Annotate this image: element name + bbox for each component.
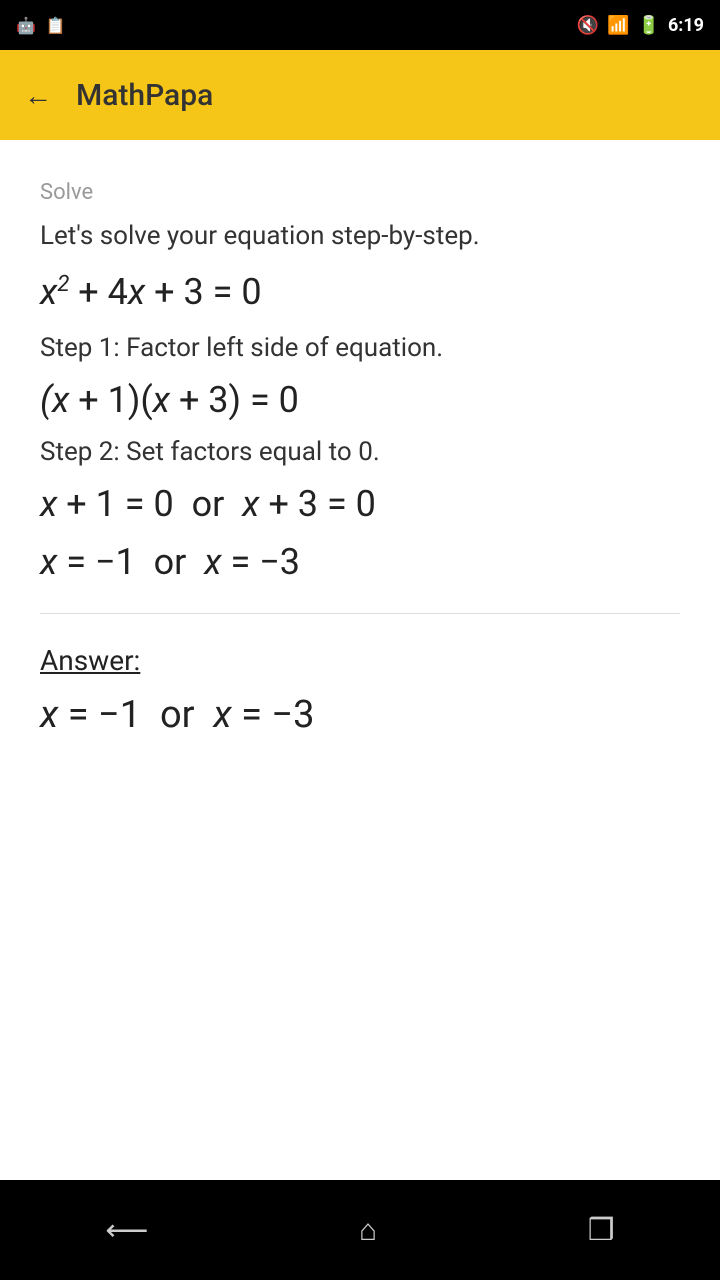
factors-line: x + 1 = 0 or x + 3 = 0 bbox=[40, 483, 680, 525]
divider bbox=[40, 613, 680, 614]
status-bar: 🤖 📋 🔇 📶 🔋 6:19 bbox=[0, 0, 720, 50]
battery-icon: 🔋 bbox=[638, 15, 660, 36]
nav-home-button[interactable]: ⌂ bbox=[329, 1203, 407, 1258]
wifi-icon: 📶 bbox=[607, 15, 629, 36]
step2-label: Step 2: Set factors equal to 0. bbox=[40, 437, 680, 467]
back-button[interactable]: ← bbox=[24, 79, 52, 112]
solutions-line: x = −1 or x = −3 bbox=[40, 541, 680, 583]
nav-back-button[interactable]: ⟵ bbox=[75, 1203, 178, 1258]
original-equation: x2 + 4x + 3 = 0 bbox=[40, 271, 680, 313]
answer-label: Answer: bbox=[40, 644, 680, 677]
factored-equation: (x + 1)(x + 3) = 0 bbox=[40, 379, 680, 421]
time-display: 6:19 bbox=[668, 15, 704, 36]
status-bar-right: 🔇 📶 🔋 6:19 bbox=[577, 15, 704, 36]
nav-recent-button[interactable]: ❒ bbox=[558, 1203, 645, 1258]
answer-equation: x = −1 or x = −3 bbox=[40, 693, 680, 737]
step1-label: Step 1: Factor left side of equation. bbox=[40, 333, 680, 363]
status-bar-left: 🤖 📋 bbox=[16, 16, 66, 35]
app-title: MathPapa bbox=[76, 78, 213, 113]
nav-bar: ⟵ ⌂ ❒ bbox=[0, 1180, 720, 1280]
intro-text: Let's solve your equation step-by-step. bbox=[40, 221, 680, 251]
app-bar: ← MathPapa bbox=[0, 50, 720, 140]
mute-icon: 🔇 bbox=[577, 15, 599, 36]
solve-label: Solve bbox=[40, 180, 680, 205]
android-icon: 🤖 bbox=[16, 16, 36, 35]
clipboard-icon: 📋 bbox=[46, 16, 66, 35]
main-content: Solve Let's solve your equation step-by-… bbox=[0, 140, 720, 1180]
